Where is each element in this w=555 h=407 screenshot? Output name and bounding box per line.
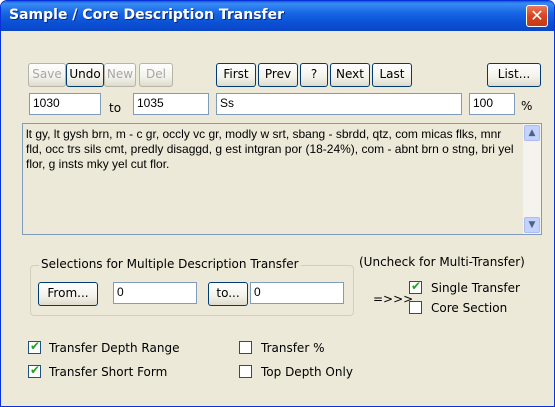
multi-transfer-legend: Selections for Multiple Description Tran… <box>39 257 301 271</box>
description-textarea[interactable]: lt gy, lt gysh brn, m - c gr, occly vc g… <box>22 123 542 235</box>
new-button[interactable]: New <box>104 63 136 87</box>
close-icon: ✕ <box>530 6 544 25</box>
depth-from-input[interactable]: 1030 <box>29 93 101 115</box>
top-depth-only-checkbox[interactable] <box>239 365 252 378</box>
check-icon: ✔ <box>411 279 422 293</box>
dialog-window: Sample / Core Description Transfer ✕ Sav… <box>0 0 555 407</box>
arrow-label: =>>> <box>373 292 414 306</box>
single-transfer-label: Single Transfer <box>431 281 520 295</box>
save-button[interactable]: Save <box>28 63 66 87</box>
last-button[interactable]: Last <box>372 63 412 87</box>
depth-to-label: to <box>109 101 122 115</box>
scroll-down-icon[interactable]: ▼ <box>524 217 540 233</box>
list-button[interactable]: List... <box>487 63 541 87</box>
undo-button[interactable]: Undo <box>66 63 104 87</box>
description-scrollbar[interactable]: ▲ ▼ <box>523 124 541 234</box>
transfer-short-form-label: Transfer Short Form <box>49 365 168 379</box>
single-transfer-checkbox[interactable]: ✔ <box>409 279 422 294</box>
multi-from-input[interactable]: 0 <box>113 282 197 304</box>
prev-button[interactable]: Prev <box>258 63 298 87</box>
check-icon: ✔ <box>30 339 41 353</box>
short-form-input[interactable]: Ss <box>216 93 462 115</box>
uncheck-note: (Uncheck for Multi-Transfer) <box>359 255 525 269</box>
transfer-percent-label: Transfer % <box>261 341 325 355</box>
percent-input[interactable]: 100 <box>469 93 515 115</box>
next-button[interactable]: Next <box>330 63 370 87</box>
first-button[interactable]: First <box>216 63 256 87</box>
title-bar[interactable]: Sample / Core Description Transfer ✕ <box>1 1 554 31</box>
scroll-up-icon[interactable]: ▲ <box>524 125 540 141</box>
core-section-checkbox[interactable] <box>409 301 422 314</box>
transfer-depth-range-checkbox[interactable]: ✔ <box>28 339 41 354</box>
top-depth-only-label: Top Depth Only <box>261 365 353 379</box>
percent-unit-label: % <box>521 99 533 113</box>
description-text: lt gy, lt gysh brn, m - c gr, occly vc g… <box>26 127 514 171</box>
multi-to-input[interactable]: 0 <box>250 282 344 304</box>
close-button[interactable]: ✕ <box>526 5 548 27</box>
transfer-percent-checkbox[interactable] <box>239 341 252 354</box>
del-button[interactable]: Del <box>139 63 173 87</box>
check-icon: ✔ <box>30 363 41 377</box>
window-title: Sample / Core Description Transfer <box>9 7 285 23</box>
to-button[interactable]: to... <box>208 282 248 306</box>
core-section-label: Core Section <box>431 301 508 315</box>
from-button[interactable]: From... <box>38 282 98 306</box>
transfer-short-form-checkbox[interactable]: ✔ <box>28 363 41 378</box>
help-button[interactable]: ? <box>300 63 328 87</box>
depth-to-input[interactable]: 1035 <box>133 93 209 115</box>
transfer-depth-range-label: Transfer Depth Range <box>49 341 180 355</box>
